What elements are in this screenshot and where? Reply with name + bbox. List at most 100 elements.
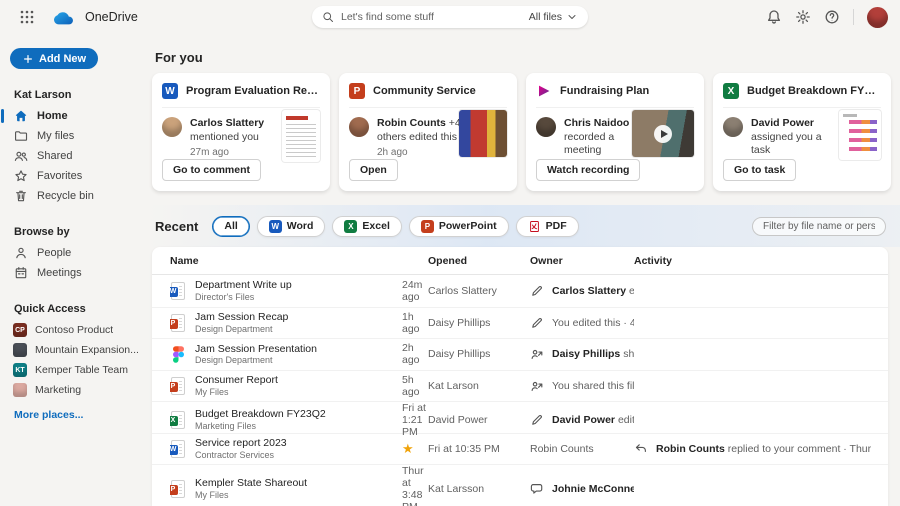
file-thumbnail[interactable] <box>839 110 881 160</box>
quick-access-label: Marketing <box>35 384 82 396</box>
user-avatar[interactable] <box>867 6 888 28</box>
help-icon[interactable] <box>824 9 840 25</box>
pdf-icon <box>528 220 541 233</box>
table-row[interactable]: P Jam Session Recap Design Department 1h… <box>152 306 888 339</box>
activity-card[interactable]: Fundraising Plan Chris Naidoo recorded a… <box>526 73 704 191</box>
file-thumbnail[interactable] <box>459 110 507 157</box>
card-person: Chris Naidoo <box>564 117 630 129</box>
app-launcher-button[interactable] <box>14 4 40 30</box>
column-header-name[interactable]: Name <box>170 255 402 267</box>
column-header-owner[interactable]: Owner <box>530 255 634 267</box>
nav-item-label: Shared <box>37 150 73 162</box>
file-thumbnail[interactable] <box>282 110 320 162</box>
card-action-button[interactable]: Open <box>349 159 398 181</box>
people-icon <box>14 149 28 163</box>
sidebar-nav-item[interactable]: Home <box>0 106 148 126</box>
browse-by-title: Browse by <box>14 226 70 238</box>
activity-card[interactable]: W Program Evaluation Report Carlos Slatt… <box>152 73 330 191</box>
nav-item-label: Home <box>37 110 68 122</box>
file-location: Marketing Files <box>195 420 257 431</box>
filter-pill[interactable]: PDF <box>515 215 579 237</box>
activity-card[interactable]: X Budget Breakdown FY23Q2 David Power as… <box>713 73 891 191</box>
add-new-button[interactable]: Add New <box>10 48 99 69</box>
filter-pill[interactable]: X Excel <box>332 215 402 237</box>
opened-time: 24m ago <box>402 278 423 303</box>
search-bar: All files <box>312 6 588 28</box>
powerpoint-icon: P <box>349 83 365 99</box>
file-name: Department Write up <box>195 279 292 292</box>
quick-access-item[interactable]: KT Kemper Table Team <box>0 360 148 380</box>
notifications-icon[interactable] <box>766 9 782 25</box>
quick-access-item[interactable]: CP Contoso Product <box>0 320 148 340</box>
quick-access-item[interactable]: Mountain Expansion... <box>0 340 148 360</box>
search-input[interactable] <box>341 11 529 23</box>
home-icon <box>14 109 28 123</box>
filter-pill-label: All <box>224 220 238 232</box>
recent-section-header: Recent All W Word X Excel P PowerPoint P… <box>148 205 900 247</box>
card-action-button[interactable]: Watch recording <box>536 159 641 181</box>
quick-access-label: Contoso Product <box>35 324 114 336</box>
filter-by-name-input[interactable] <box>752 216 886 236</box>
card-person: Carlos Slattery <box>190 117 265 129</box>
onedrive-logo-icon <box>52 9 78 26</box>
table-row[interactable]: P Kempler State Shareout My Files Thur a… <box>152 464 888 506</box>
table-row[interactable]: W Department Write up Director's Files 2… <box>152 275 888 307</box>
card-action: recorded a meeting <box>564 130 615 157</box>
figma-icon <box>170 345 186 364</box>
search-scope-dropdown[interactable]: All files <box>529 11 578 23</box>
site-tile-icon <box>13 343 27 357</box>
card-title: Program Evaluation Report <box>186 85 320 97</box>
sidebar-browse-item[interactable]: Meetings <box>0 263 148 283</box>
word-icon: W <box>162 83 178 99</box>
table-row[interactable]: X Budget Breakdown FY23Q2 Marketing File… <box>152 401 888 438</box>
opened-time: Fri at 1:21 PM <box>402 402 426 438</box>
sidebar-nav-item[interactable]: Recycle bin <box>0 186 148 206</box>
activity-text: Carlos Slattery edited this · Wed <box>552 284 634 297</box>
filter-pill-label: PowerPoint <box>438 220 497 232</box>
brand[interactable]: OneDrive <box>52 9 138 26</box>
sidebar-browse-item[interactable]: People <box>0 243 148 263</box>
file-powerpoint-icon: P <box>170 479 186 498</box>
sidebar-nav-item[interactable]: My files <box>0 126 148 146</box>
file-thumbnail[interactable] <box>632 110 694 157</box>
card-action-button[interactable]: Go to task <box>723 159 797 181</box>
opened-time: 5h ago <box>402 373 420 398</box>
opened-time: 2h ago <box>402 342 420 367</box>
card-title: Budget Breakdown FY23Q2 <box>747 85 881 97</box>
more-places-link[interactable]: More places... <box>14 409 148 421</box>
column-header-activity[interactable]: Activity <box>634 255 888 267</box>
file-location: My Files <box>195 489 229 500</box>
chevron-down-icon <box>566 11 578 23</box>
file-location: Contractor Services <box>195 449 275 460</box>
opened-time: Fri at 10:35 PM <box>428 442 500 455</box>
recent-title: Recent <box>155 218 199 234</box>
filter-pill[interactable]: All <box>212 215 250 237</box>
quick-access-item[interactable]: Marketing <box>0 380 148 400</box>
table-row[interactable]: Jam Session Presentation Design Departme… <box>152 338 888 370</box>
owner-name: Robin Counts <box>530 442 594 455</box>
activity-card[interactable]: P Community Service Robin Counts +4 othe… <box>339 73 517 191</box>
table-row[interactable]: W Service report 2023 Contractor Service… <box>152 432 888 465</box>
file-excel-icon: X <box>170 410 186 429</box>
file-location: Design Department <box>195 323 273 334</box>
sidebar-nav-item[interactable]: Favorites <box>0 166 148 186</box>
file-name: Jam Session Presentation <box>195 342 317 355</box>
owner-name: Daisy Phillips <box>428 348 491 361</box>
search-scope-label: All files <box>528 11 562 23</box>
divider <box>853 9 854 25</box>
settings-icon[interactable] <box>795 9 811 25</box>
filter-pill[interactable]: W Word <box>256 215 326 237</box>
nav-item-label: Favorites <box>37 170 83 182</box>
card-action-button[interactable]: Go to comment <box>162 159 262 181</box>
table-body: W Department Write up Director's Files 2… <box>152 275 888 506</box>
file-word-icon: W <box>170 281 186 300</box>
column-header-opened[interactable]: Opened <box>428 255 530 267</box>
filter-pill[interactable]: P PowerPoint <box>408 215 509 237</box>
card-title: Community Service <box>373 85 476 97</box>
table-row[interactable]: P Consumer Report My Files 5h ago Kat La… <box>152 369 888 402</box>
owner-name: Kat Larsson <box>428 483 485 495</box>
sidebar-nav-item[interactable]: Shared <box>0 146 148 166</box>
activity-text: Robin Counts replied to your comment · T… <box>656 442 872 455</box>
card-title: Fundraising Plan <box>560 85 650 97</box>
favorite-star-icon[interactable]: ★ <box>402 442 428 455</box>
